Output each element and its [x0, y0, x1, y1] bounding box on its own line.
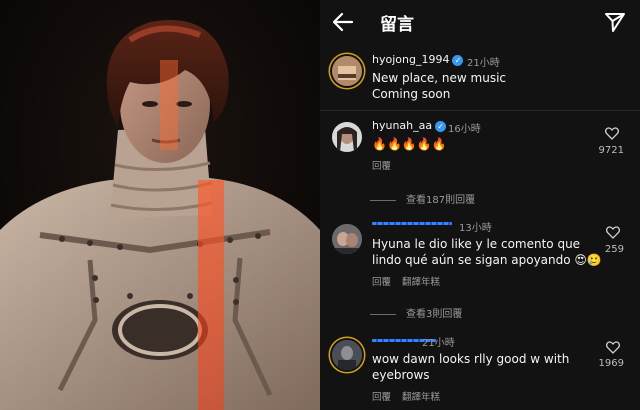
avatar-image: [332, 224, 362, 254]
comments-panel: 留言 hyojong_1994 ✓ 21小時 New place, new mus…: [320, 0, 640, 410]
username-text[interactable]: hyojong_1994: [372, 53, 449, 66]
comment-text: 🔥🔥🔥🔥🔥: [372, 137, 447, 151]
view-replies-link[interactable]: 查看187則回覆: [370, 191, 475, 206]
verified-badge-icon: ✓: [452, 55, 464, 66]
like-count: 9721: [598, 145, 624, 156]
caption-line-2: Coming soon: [372, 87, 451, 101]
post-photo: [0, 0, 320, 410]
back-arrow-icon[interactable]: [332, 11, 354, 33]
post-username[interactable]: hyojong_1994 ✓: [372, 53, 464, 66]
like-count: 1969: [598, 358, 624, 369]
avatar[interactable]: [332, 340, 362, 370]
comment-time: 13小時: [459, 223, 492, 234]
post-photo-art: [0, 0, 320, 410]
reply-button[interactable]: 回覆: [372, 389, 391, 403]
heart-icon[interactable]: [606, 341, 620, 354]
like-count: 259: [604, 244, 624, 255]
verified-badge-icon: ✓: [435, 121, 447, 132]
heart-icon[interactable]: [605, 127, 619, 140]
divider: [370, 313, 396, 315]
avatar-image: [332, 340, 362, 370]
translate-button[interactable]: 翻譯年糕: [402, 389, 440, 403]
view-replies-text[interactable]: 查看3則回覆: [406, 309, 462, 320]
post-time: 21小時: [467, 58, 500, 69]
avatar-image: [332, 122, 362, 152]
page-title: 留言: [380, 15, 414, 35]
top-bar: 留言: [320, 0, 640, 44]
avatar-image: [332, 56, 362, 86]
avatar[interactable]: [332, 122, 362, 152]
divider: [370, 199, 396, 201]
comment-text-line-1: Hyuna le dio like y le comento que: [372, 237, 581, 251]
comment-time: 16小時: [448, 124, 481, 135]
heart-icon[interactable]: [606, 226, 620, 239]
comment-text-line-1: wow dawn looks rlly good w with: [372, 352, 570, 366]
view-replies-link[interactable]: 查看3則回覆: [370, 305, 462, 320]
reply-button[interactable]: 回覆: [372, 274, 391, 288]
avatar[interactable]: [332, 56, 362, 86]
username-text[interactable]: hyunah_aa: [372, 119, 432, 132]
view-replies-text[interactable]: 查看187則回覆: [406, 195, 475, 206]
translate-button[interactable]: 翻譯年糕: [402, 274, 440, 288]
post-caption: hyojong_1994 ✓ 21小時 New place, new music …: [320, 48, 640, 111]
comment-time: 21小時: [422, 338, 455, 349]
reply-button[interactable]: 回覆: [372, 158, 391, 172]
redacted-username[interactable]: [372, 222, 452, 225]
avatar[interactable]: [332, 224, 362, 254]
comment-text-line-2: lindo qué aún se sigan apoyando 😍🥲: [372, 253, 602, 267]
caption-line-1: New place, new music: [372, 71, 506, 85]
comment-username[interactable]: hyunah_aa ✓: [372, 119, 447, 132]
comment-text-line-2: eyebrows: [372, 368, 430, 382]
send-icon[interactable]: [604, 11, 626, 33]
